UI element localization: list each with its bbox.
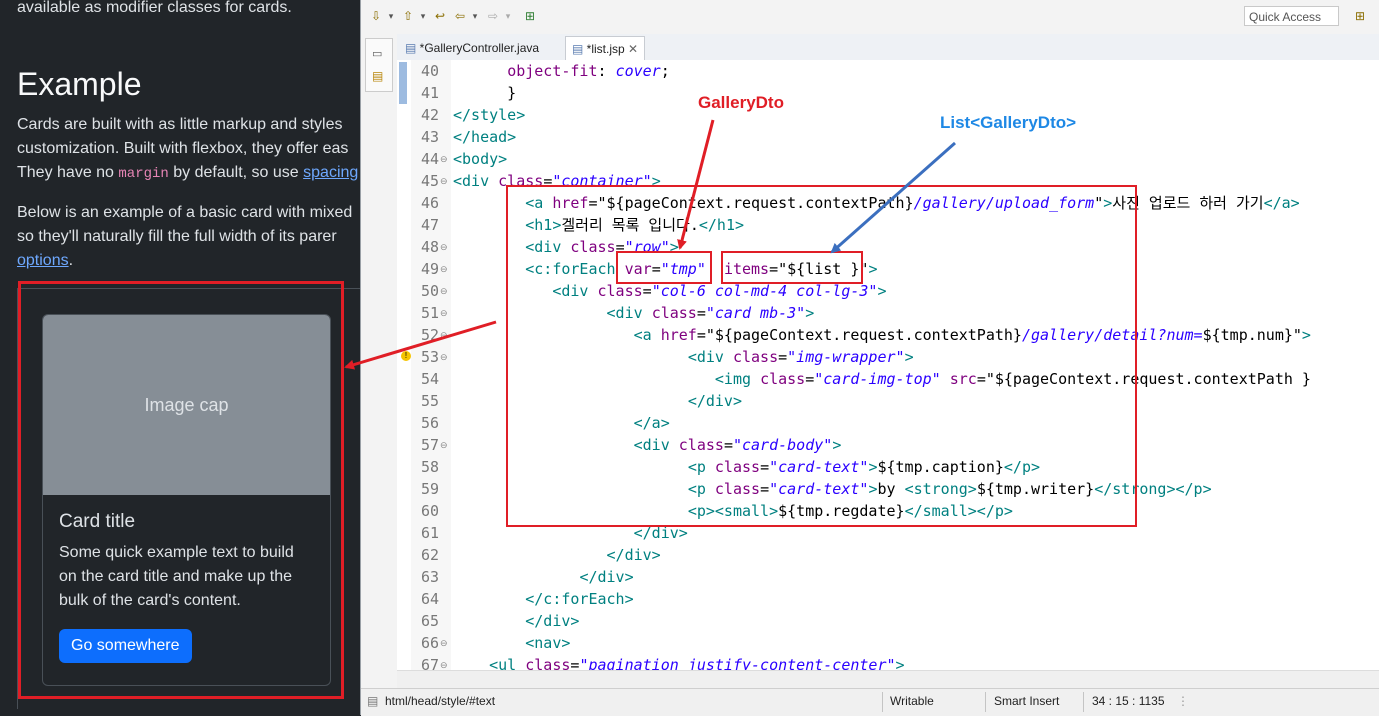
- arrow-to-items: [830, 141, 956, 254]
- arrow-to-var: [677, 119, 715, 250]
- annotation-arrows: [344, 119, 956, 370]
- arrow-to-card: [344, 320, 497, 370]
